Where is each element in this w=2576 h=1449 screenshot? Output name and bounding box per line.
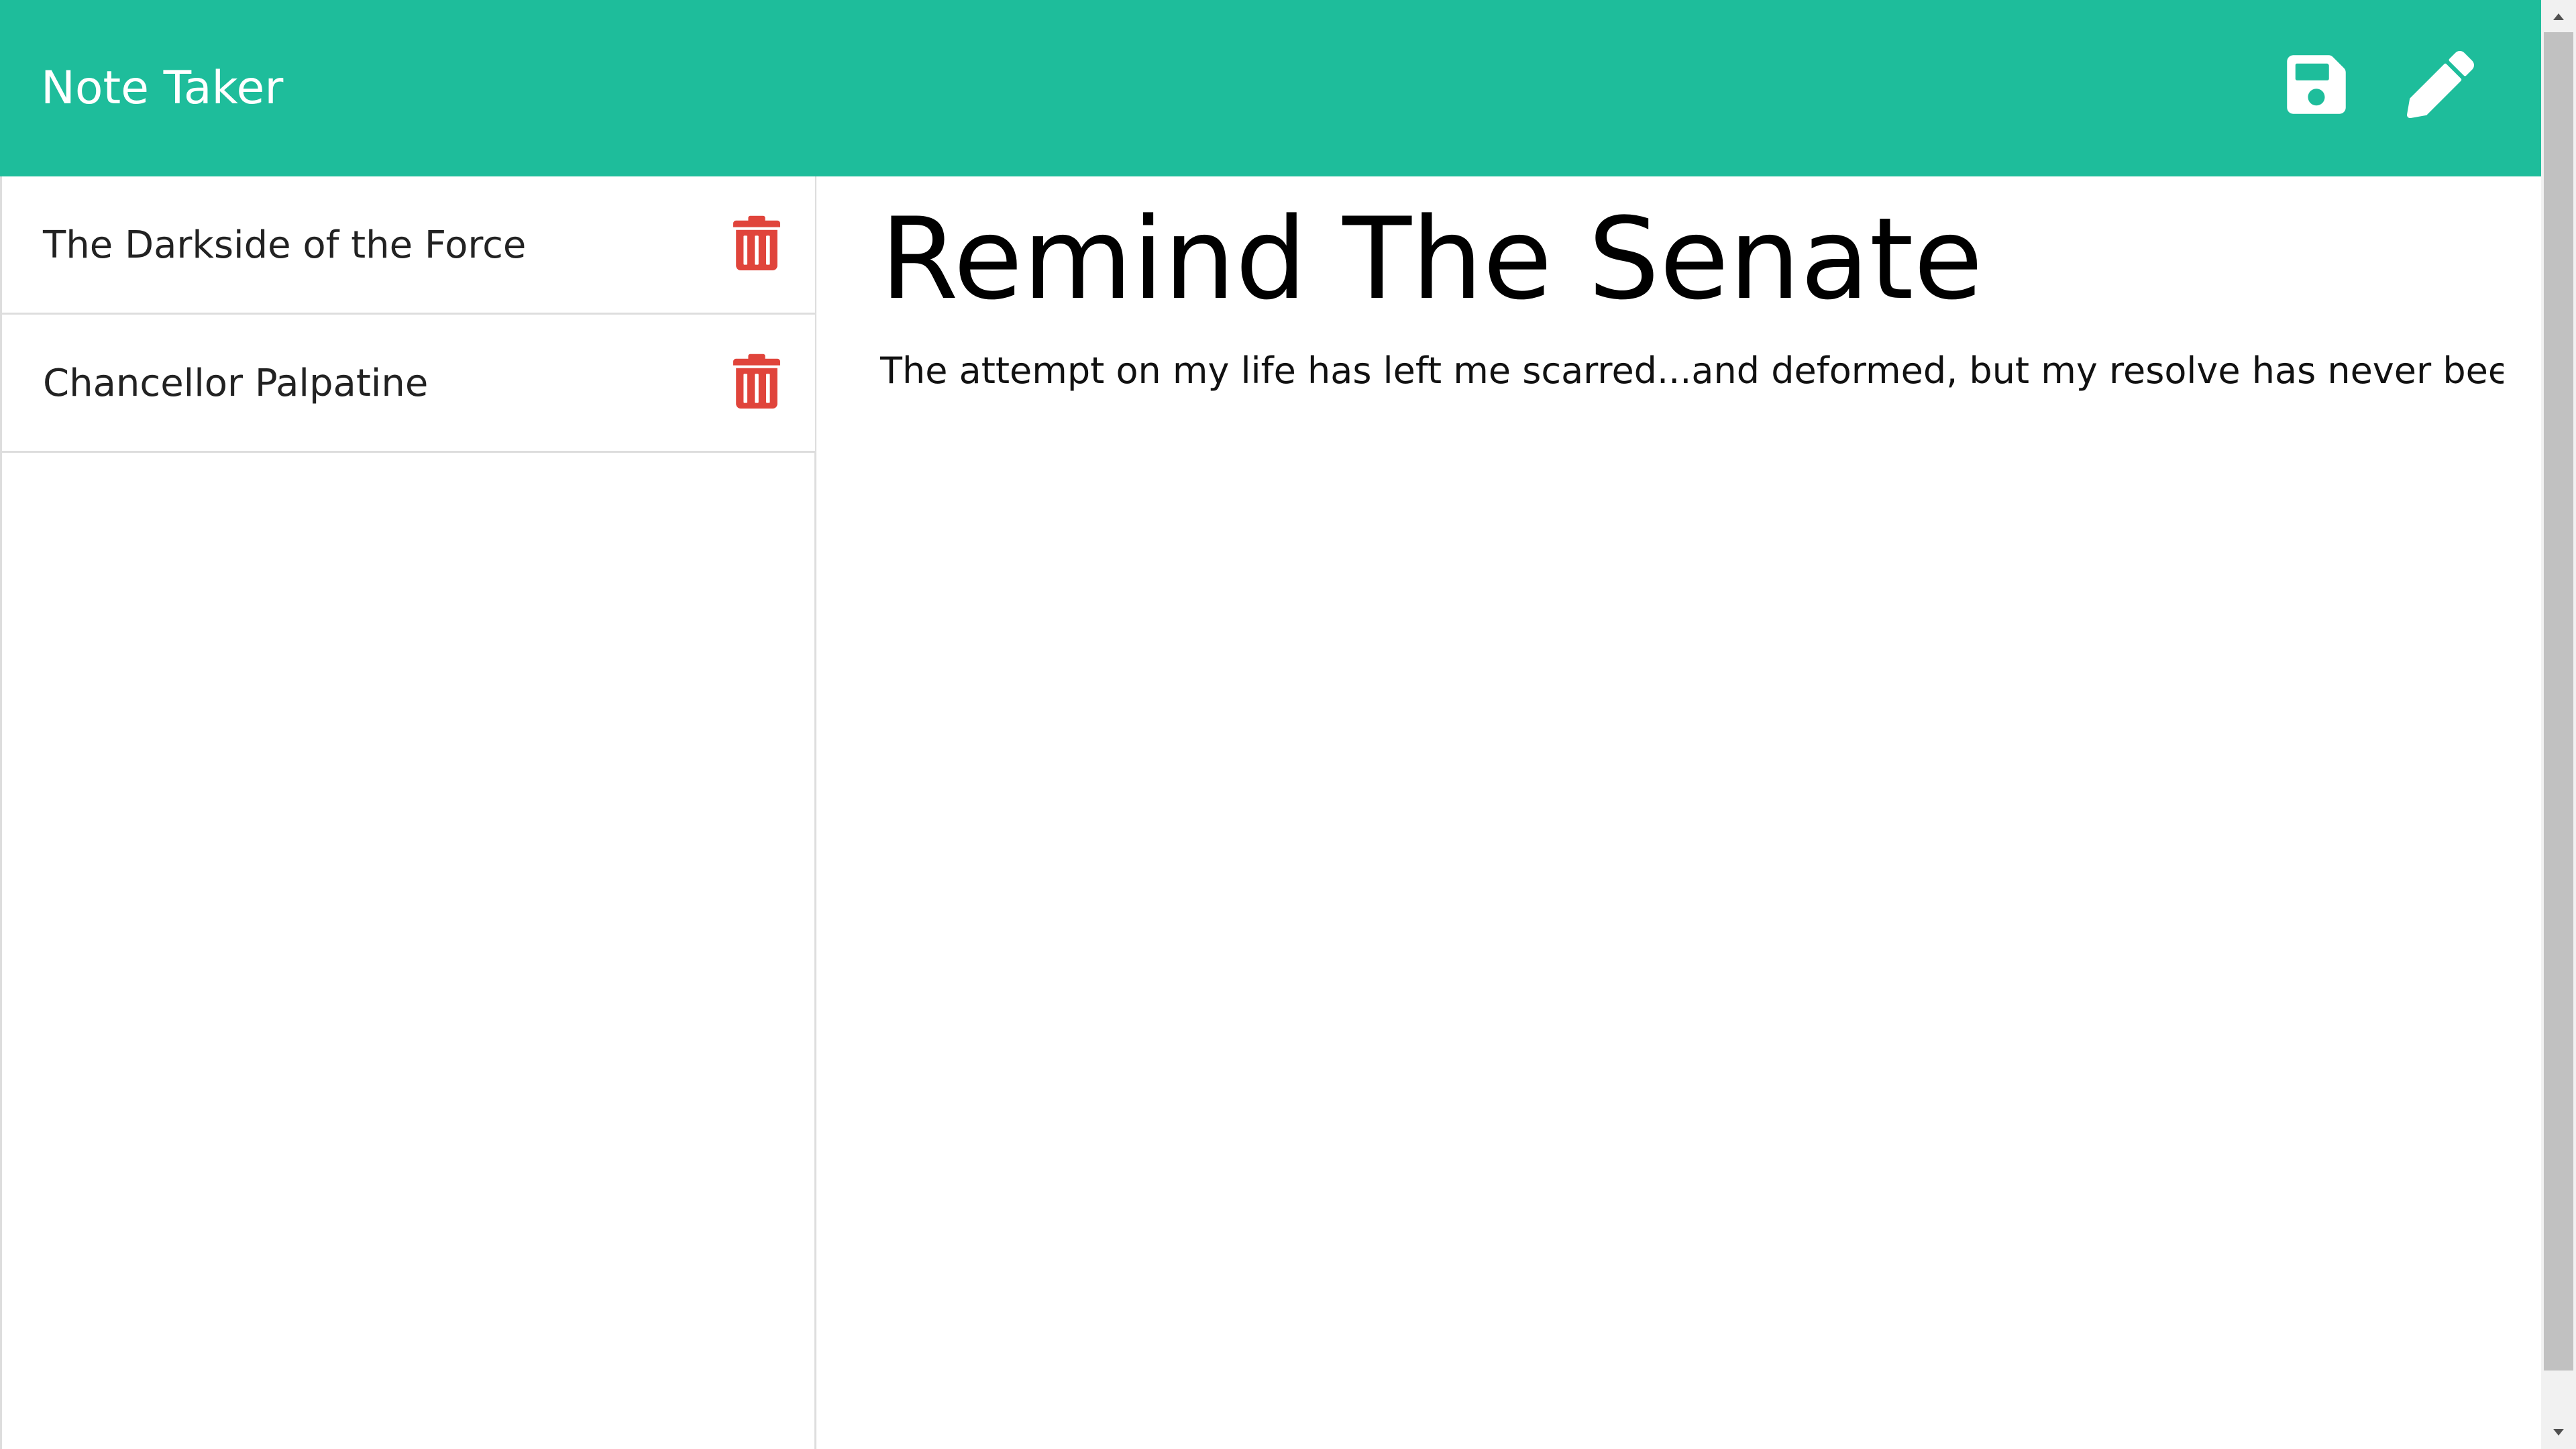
app-title[interactable]: Note Taker [41, 59, 283, 118]
note-list-title[interactable]: Chancellor Palpatine [43, 315, 428, 453]
trash-icon[interactable] [733, 214, 780, 270]
note-text-area[interactable]: The attempt on my life has left me scarr… [880, 344, 2504, 1417]
list-item[interactable]: The Darkside of the Force [2, 176, 815, 315]
pencil-icon[interactable] [2407, 51, 2474, 118]
note-list: The Darkside of the Force Chancellor Pal… [2, 176, 815, 453]
note-list-title[interactable]: The Darkside of the Force [43, 176, 526, 315]
trash-icon[interactable] [733, 352, 780, 409]
vertical-scrollbar[interactable] [2541, 0, 2576, 1449]
note-editor: The attempt on my life has left me scarr… [816, 176, 2541, 1449]
note-title-input[interactable] [880, 189, 2490, 329]
scroll-down-arrow-icon[interactable] [2541, 1417, 2576, 1449]
save-icon[interactable] [2283, 51, 2350, 118]
scrollbar-thumb[interactable] [2544, 32, 2573, 1371]
note-taker-app: Note Taker The Darkside of the Force Cha… [0, 0, 2541, 1449]
list-item[interactable]: Chancellor Palpatine [2, 315, 815, 453]
navbar: Note Taker [0, 0, 2541, 176]
notes-sidebar: The Darkside of the Force Chancellor Pal… [0, 176, 816, 1449]
scroll-up-arrow-icon[interactable] [2541, 0, 2576, 32]
